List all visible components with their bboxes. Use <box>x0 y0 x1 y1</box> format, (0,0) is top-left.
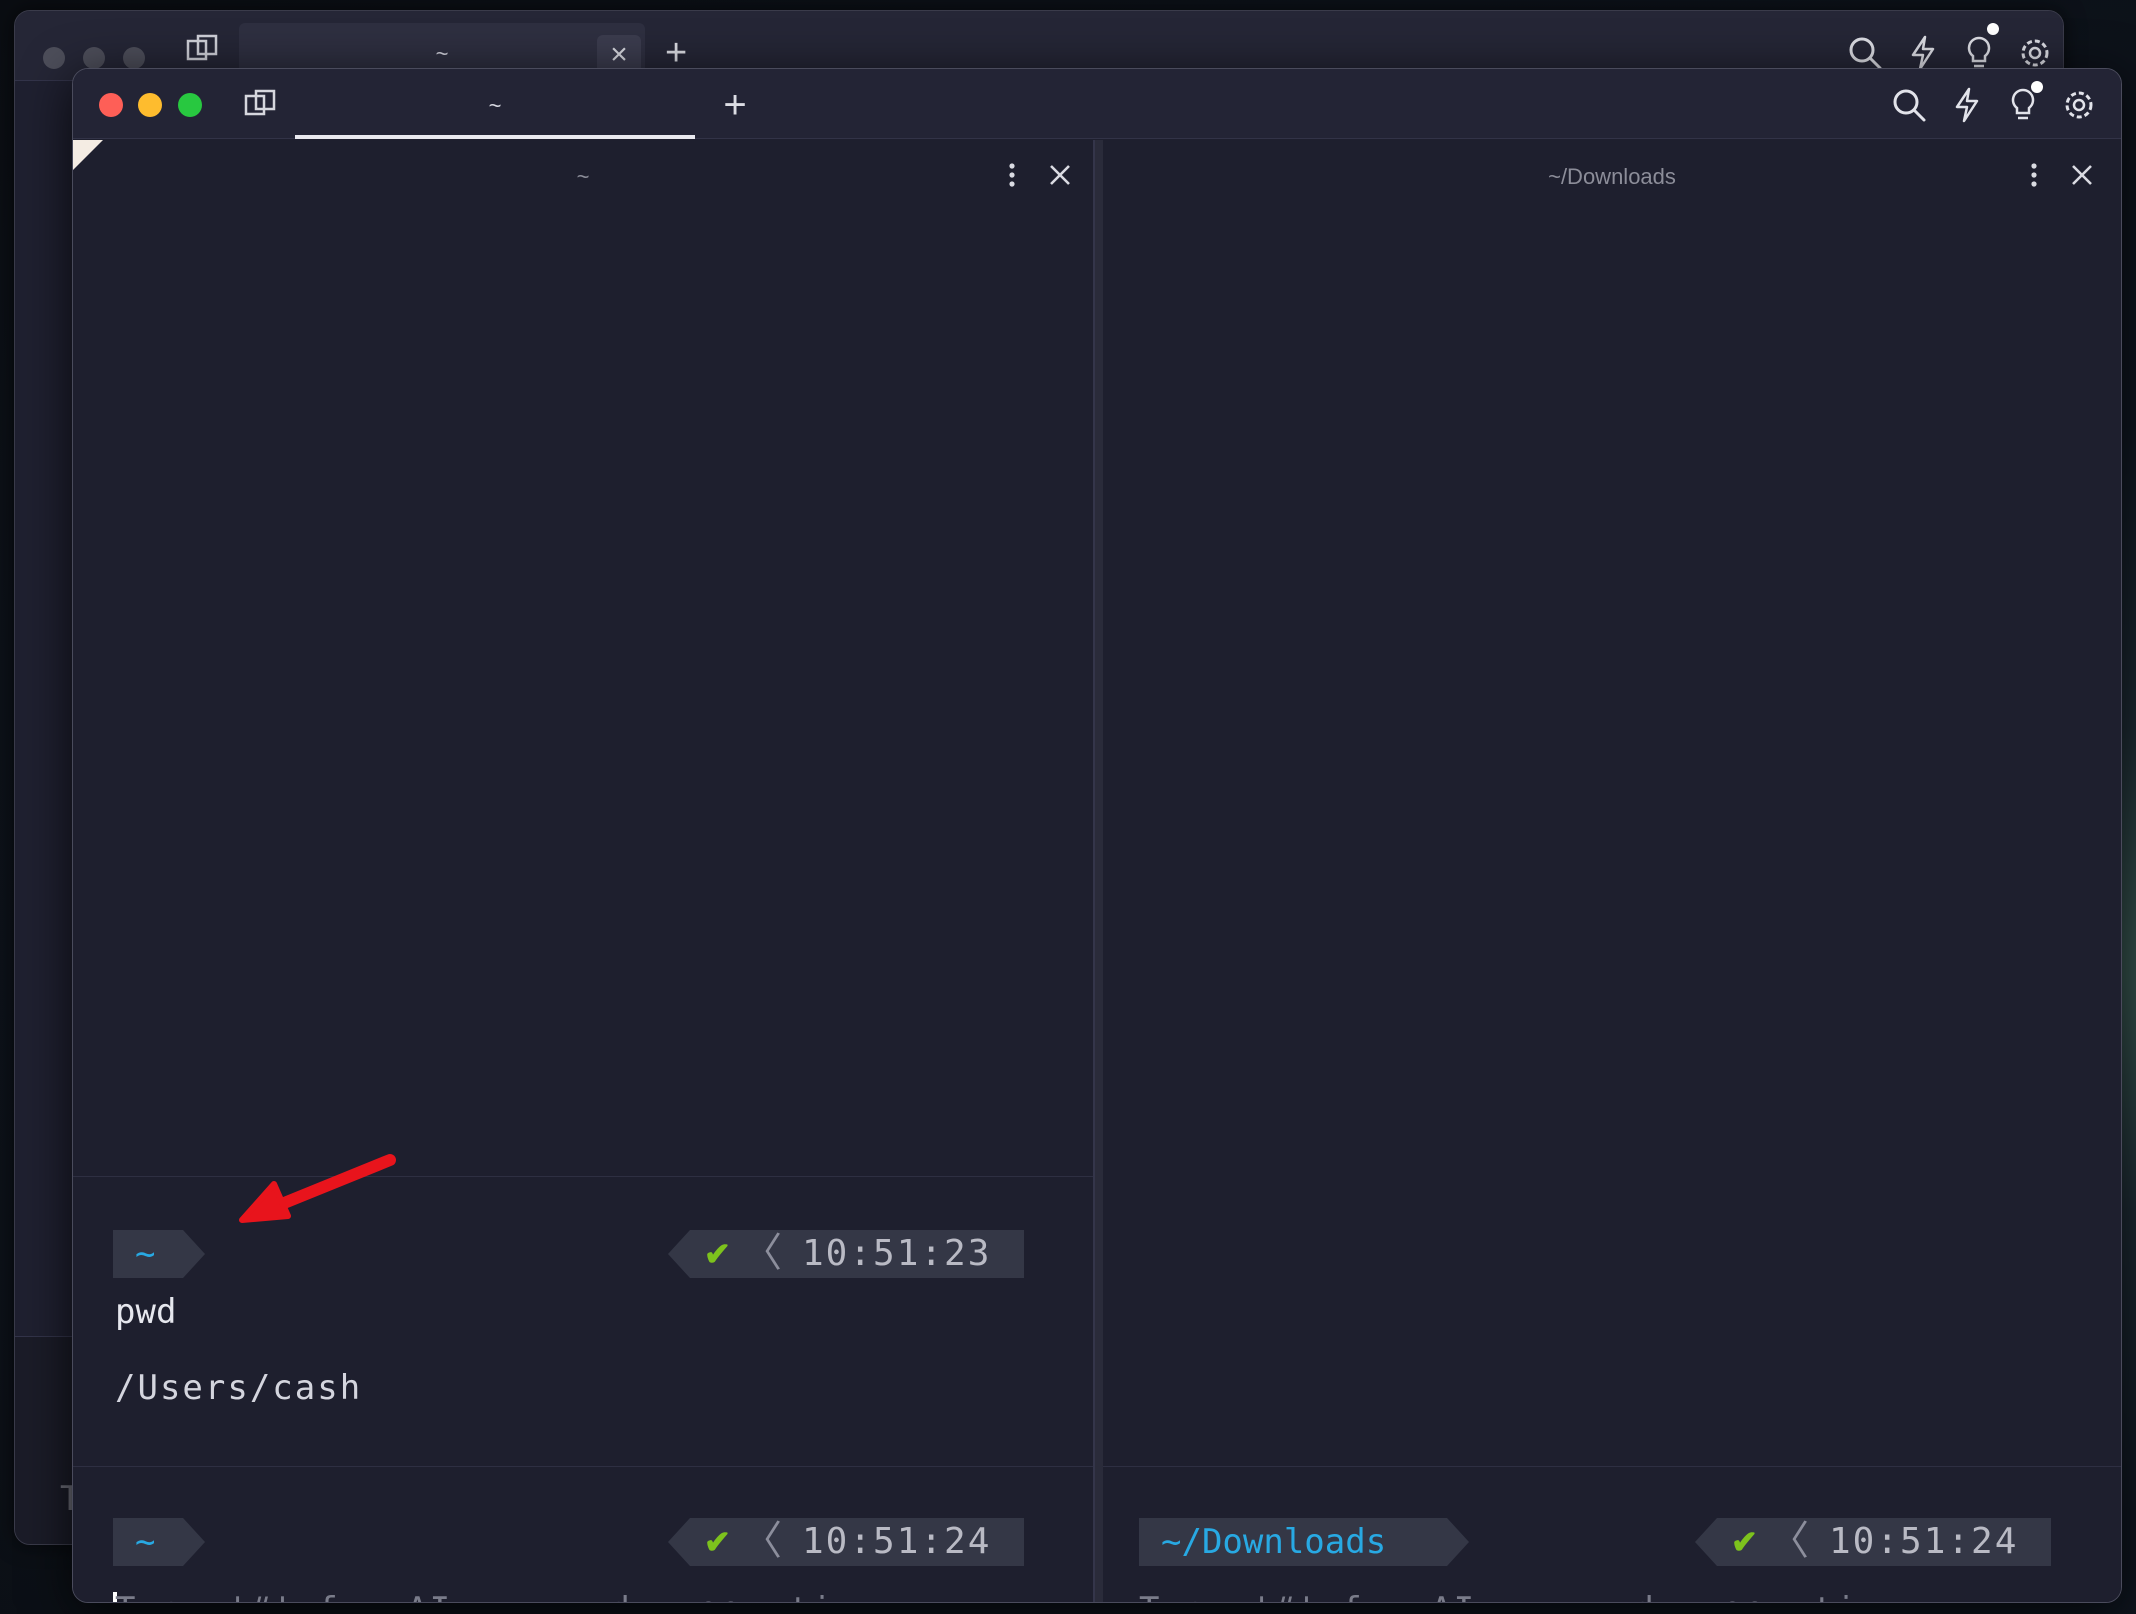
tab-title: ~ <box>488 93 502 118</box>
command-timestamp: 10:51:23 <box>802 1233 992 1274</box>
status-segment: ✔ 〈 10:51:24 <box>1717 1518 2051 1566</box>
minimize-window-button[interactable] <box>138 93 162 117</box>
background-zoom-dot[interactable] <box>123 47 145 69</box>
command-output: /Users/cash <box>115 1368 363 1408</box>
prompt-directory: ~/Downloads <box>1139 1518 1447 1566</box>
search-icon[interactable] <box>1845 33 1885 73</box>
command-input-placeholder[interactable]: Type '#' for AI command suggestions <box>115 1590 901 1602</box>
block-separator <box>73 1176 1093 1177</box>
panel-toggle-icon[interactable] <box>185 33 221 65</box>
lightbulb-icon[interactable] <box>1959 33 1999 73</box>
success-check-icon: ✔ <box>704 1236 731 1272</box>
new-tab-button[interactable]: + <box>713 83 757 127</box>
pane-divider[interactable] <box>1093 140 1103 1602</box>
chevron-left-icon: 〈 <box>742 1230 782 1276</box>
close-window-button[interactable] <box>99 93 123 117</box>
chevron-left-icon: 〈 <box>742 1518 782 1564</box>
close-pane-icon[interactable] <box>2067 160 2097 190</box>
status-left-arrow-icon <box>1695 1518 1717 1566</box>
right-pane-title: ~/Downloads <box>1548 164 1676 189</box>
right-pane-header: ~/Downloads <box>1103 140 2121 206</box>
close-pane-icon[interactable] <box>1045 160 1075 190</box>
success-check-icon: ✔ <box>704 1524 731 1560</box>
prompt-directory: ~ <box>113 1230 183 1278</box>
search-icon[interactable] <box>1889 85 1929 125</box>
prompt-arrow-icon <box>183 1518 205 1566</box>
notification-dot <box>1987 23 1999 35</box>
left-pane-title: ~ <box>576 164 590 189</box>
status-segment: ✔ 〈 10:51:24 <box>690 1518 1024 1566</box>
status-segment: ✔ 〈 10:51:23 <box>690 1230 1024 1278</box>
block-separator <box>1103 1466 2121 1467</box>
chevron-left-icon: 〈 <box>1769 1518 1809 1564</box>
background-new-tab-button[interactable]: + <box>665 33 687 73</box>
background-minimize-dot[interactable] <box>83 47 105 69</box>
right-terminal-pane[interactable]: ~/Downloads ~/Downloads ✔ 〈 10:51:24 Typ… <box>1103 140 2121 1602</box>
window-titlebar: ~ + <box>73 69 2121 139</box>
more-options-icon[interactable] <box>997 160 1027 190</box>
tab-home[interactable]: ~ <box>295 69 695 139</box>
annotation-arrow-icon <box>239 1154 396 1223</box>
prompt-timestamp: 10:51:24 <box>1829 1521 2019 1562</box>
settings-icon[interactable] <box>2059 85 2099 125</box>
lightning-icon[interactable] <box>1947 85 1987 125</box>
prompt-timestamp: 10:51:24 <box>802 1521 992 1562</box>
background-close-dot[interactable] <box>43 47 65 69</box>
terminal-window[interactable]: ~ + ~ ~ ✔ 〈 10:51:23 pwd /Users/cash ~ ✔… <box>72 68 2122 1603</box>
notification-dot <box>2031 81 2043 93</box>
command-text: pwd <box>115 1292 177 1332</box>
zoom-window-button[interactable] <box>178 93 202 117</box>
block-separator <box>73 1466 1093 1467</box>
prompt-directory: ~ <box>113 1518 183 1566</box>
success-check-icon: ✔ <box>1731 1524 1758 1560</box>
more-options-icon[interactable] <box>2019 160 2049 190</box>
active-tab-indicator <box>295 135 695 139</box>
panel-toggle-icon[interactable] <box>243 87 279 121</box>
settings-icon[interactable] <box>2015 33 2055 73</box>
command-input-placeholder[interactable]: Type '#' for AI command suggestions <box>1139 1590 1925 1602</box>
status-left-arrow-icon <box>668 1230 690 1278</box>
prompt-arrow-icon <box>183 1230 205 1278</box>
left-pane-header: ~ <box>73 140 1093 206</box>
left-terminal-pane[interactable]: ~ ~ ✔ 〈 10:51:23 pwd /Users/cash ~ ✔ 〈 1… <box>73 140 1093 1602</box>
prompt-arrow-icon <box>1447 1518 1469 1566</box>
status-left-arrow-icon <box>668 1518 690 1566</box>
lightning-icon[interactable] <box>1903 33 1943 73</box>
background-tab-title: ~ <box>435 41 449 66</box>
